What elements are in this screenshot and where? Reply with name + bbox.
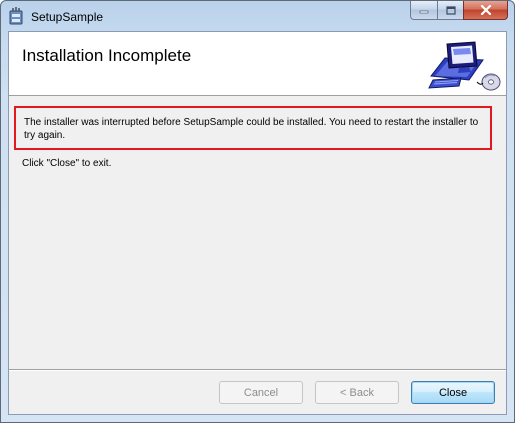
maximize-icon — [445, 5, 456, 15]
computer-with-disc-icon — [428, 41, 501, 91]
error-message-highlight: The installer was interrupted before Set… — [14, 106, 492, 150]
maximize-button[interactable] — [437, 1, 463, 20]
close-icon — [480, 5, 491, 15]
setup-window: SetupSample Installation Incomplete The … — [0, 0, 515, 423]
page-title: Installation Incomplete — [22, 46, 192, 65]
close-button[interactable]: Close — [411, 381, 495, 404]
setup-app-icon — [8, 7, 24, 25]
dialog-client-area: Installation Incomplete The installer wa… — [8, 31, 507, 415]
window-title: SetupSample — [31, 10, 104, 24]
footer-separator — [9, 369, 506, 371]
close-hint: Click "Close" to exit. — [22, 158, 112, 169]
window-close-button[interactable] — [463, 1, 508, 20]
banner: Installation Incomplete — [9, 32, 506, 96]
interruption-message: The installer was interrupted before Set… — [24, 117, 479, 141]
title-bar[interactable]: SetupSample — [1, 1, 514, 31]
back-button[interactable]: < Back — [315, 381, 399, 404]
caption-buttons — [410, 1, 508, 21]
minimize-button[interactable] — [410, 1, 437, 20]
cancel-button[interactable]: Cancel — [219, 381, 303, 404]
minimize-icon — [419, 10, 429, 14]
